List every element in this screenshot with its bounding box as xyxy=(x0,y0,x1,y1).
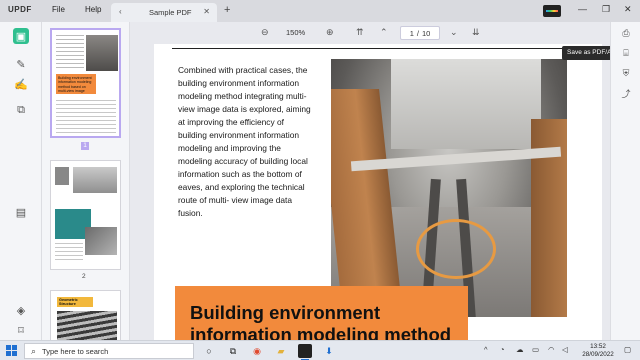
cloud-icon[interactable]: ☁ xyxy=(516,345,524,354)
document-page: Combined with practical cases, the build… xyxy=(154,44,602,340)
title-bar: UPDF File Help ‹ Sample PDF ✕ + — ❐ ✕ xyxy=(0,0,640,22)
update-icon[interactable] xyxy=(543,5,561,17)
page-number-2: 2 xyxy=(82,273,86,280)
thumbnail-page-2[interactable] xyxy=(50,160,121,270)
previous-page-button[interactable]: ⌃ xyxy=(380,27,388,38)
page-separator: / xyxy=(416,28,419,38)
clock[interactable]: 13:52 28/09/2022 xyxy=(578,343,618,359)
thumbnail-panel: Building environment information modelin… xyxy=(42,22,130,340)
layers-icon[interactable]: ◈ xyxy=(13,302,29,318)
network-icon[interactable]: ◔ xyxy=(500,345,505,354)
banner-title: Building environment information modelin… xyxy=(190,302,452,340)
architecture-photo xyxy=(331,59,567,317)
menu-file[interactable]: File xyxy=(52,5,65,14)
task-view-icon[interactable]: ⧉ xyxy=(226,344,240,358)
search-icon: ⌕ xyxy=(31,345,37,356)
close-window-button[interactable]: ✕ xyxy=(624,4,632,15)
left-toolbar: ▣ ✎ ✍ ⧉ ▤ ◈ ⌑ xyxy=(0,22,42,340)
notifications-icon[interactable]: ▢ xyxy=(624,345,631,354)
save-as-pdfa-icon[interactable]: ⌸ xyxy=(619,46,633,60)
chrome-icon[interactable]: ◉ xyxy=(250,344,264,358)
right-toolbar: ⎙ ⌸ ⛨ ⤴ xyxy=(610,22,640,340)
page-input[interactable]: 1 / 10 xyxy=(400,26,440,40)
taskbar-search[interactable]: ⌕ Type here to search xyxy=(24,343,194,359)
thumbnail-caption: Geometric Structure xyxy=(59,298,78,307)
last-page-button[interactable]: ⇊ xyxy=(472,27,480,38)
chevron-left-icon[interactable]: ‹ xyxy=(119,7,122,16)
document-toolbar: ⊖ ⊕ ⇈ ⌃ ⌄ ⇊ xyxy=(130,22,610,44)
organize-pages-icon[interactable]: ⧉ xyxy=(13,102,29,118)
tab-title: Sample PDF xyxy=(149,8,192,17)
thumbnail-caption: Building environment information modelin… xyxy=(58,76,92,94)
menu-help[interactable]: Help xyxy=(85,5,101,14)
zoom-level[interactable]: 150% xyxy=(286,28,305,37)
thumbnail-page-1[interactable]: Building environment information modelin… xyxy=(50,28,121,138)
minimize-button[interactable]: — xyxy=(578,4,587,14)
zoom-in-button[interactable]: ⊕ xyxy=(326,27,334,38)
current-page[interactable]: 1 xyxy=(410,29,414,38)
search-placeholder: Type here to search xyxy=(42,346,109,356)
body-text: Combined with practical cases, the build… xyxy=(178,65,311,218)
edit-icon[interactable]: ✍ xyxy=(13,76,29,92)
page-divider xyxy=(172,48,582,49)
tray-chevron-icon[interactable]: ^ xyxy=(484,345,488,354)
restore-button[interactable]: ❐ xyxy=(602,4,610,15)
redact-icon[interactable]: ▤ xyxy=(13,204,29,220)
next-page-button[interactable]: ⌄ xyxy=(450,27,458,38)
share-icon[interactable]: ⤴ xyxy=(619,86,633,100)
updf-icon[interactable] xyxy=(298,344,312,360)
clock-date: 28/09/2022 xyxy=(582,351,614,358)
bookmark-icon[interactable]: ⌑ xyxy=(13,322,29,338)
volume-icon[interactable]: ◁ xyxy=(562,345,568,354)
document-tab[interactable]: ‹ Sample PDF ✕ xyxy=(111,3,217,22)
comment-icon[interactable]: ✎ xyxy=(13,56,29,72)
zoom-out-button[interactable]: ⊖ xyxy=(261,27,269,38)
new-tab-button[interactable]: + xyxy=(224,4,230,16)
battery-icon[interactable]: ▭ xyxy=(532,345,539,354)
first-page-button[interactable]: ⇈ xyxy=(356,27,364,38)
app-logo: UPDF xyxy=(8,5,32,14)
page-number-1: 1 xyxy=(81,142,89,150)
protect-icon[interactable]: ⛨ xyxy=(619,66,633,80)
convert-icon[interactable]: ⎙ xyxy=(619,26,633,40)
taskbar: ⌕ Type here to search ○ ⧉ ◉ ▰ ⬇ ^ ◔ ☁ ▭ … xyxy=(0,340,640,360)
tooltip: Save as PDF/A xyxy=(562,46,617,60)
wifi-icon[interactable]: ◠ xyxy=(548,345,555,354)
thumbnail-page-3[interactable]: Geometric Structure xyxy=(50,290,121,340)
cortana-icon[interactable]: ○ xyxy=(202,344,216,358)
reader-mode-icon[interactable]: ▣ xyxy=(13,28,29,44)
store-icon[interactable]: ⬇ xyxy=(322,344,336,358)
windows-start-icon[interactable] xyxy=(6,345,17,356)
total-pages: 10 xyxy=(421,28,431,38)
close-icon[interactable]: ✕ xyxy=(203,7,210,16)
clock-time: 13:52 xyxy=(590,343,606,350)
file-explorer-icon[interactable]: ▰ xyxy=(274,344,288,358)
